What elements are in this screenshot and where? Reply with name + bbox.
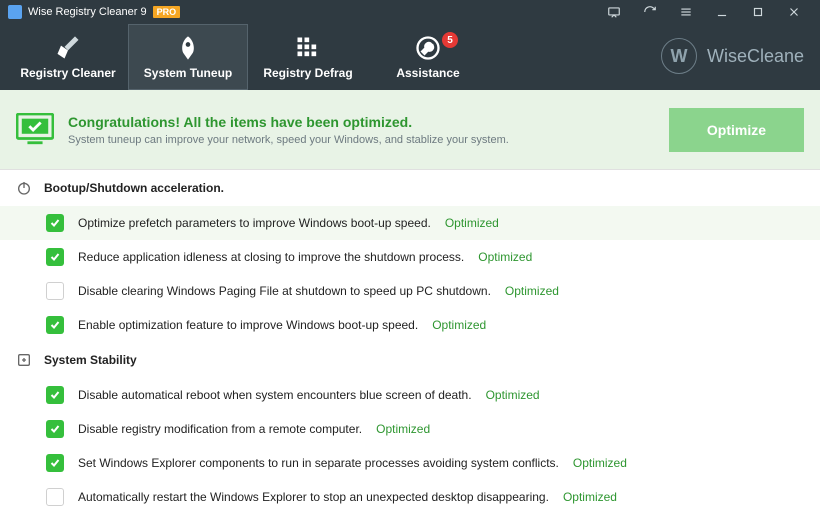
item-text: Automatically restart the Windows Explor… bbox=[78, 490, 549, 504]
checkbox-checked[interactable] bbox=[46, 248, 64, 266]
close-button[interactable] bbox=[776, 0, 812, 24]
item-status: Optimized bbox=[432, 318, 486, 332]
stability-icon bbox=[16, 352, 32, 368]
rocket-icon bbox=[174, 34, 202, 62]
list-item[interactable]: Disable automatical reboot when system e… bbox=[0, 378, 820, 412]
list-item[interactable]: Disable clearing Windows Paging File at … bbox=[0, 274, 820, 308]
checkbox-checked[interactable] bbox=[46, 454, 64, 472]
list-item[interactable]: Disable registry modification from a rem… bbox=[0, 412, 820, 446]
brush-icon bbox=[54, 34, 82, 62]
power-icon bbox=[16, 180, 32, 196]
section-title: System Stability bbox=[44, 353, 137, 367]
item-status: Optimized bbox=[486, 388, 540, 402]
tab-label: Registry Cleaner bbox=[20, 66, 115, 80]
tuneup-list[interactable]: Bootup/Shutdown acceleration. Optimize p… bbox=[0, 170, 820, 514]
notification-badge: 5 bbox=[442, 32, 458, 48]
banner-title: Congratulations! All the items have been… bbox=[68, 114, 669, 130]
tab-registry-cleaner[interactable]: Registry Cleaner bbox=[8, 24, 128, 90]
wrench-icon bbox=[414, 34, 442, 62]
item-status: Optimized bbox=[445, 216, 499, 230]
checkbox-unchecked[interactable] bbox=[46, 488, 64, 506]
tab-assistance[interactable]: 5 Assistance bbox=[368, 24, 488, 90]
checkbox-checked[interactable] bbox=[46, 214, 64, 232]
section-stability[interactable]: System Stability bbox=[0, 342, 820, 378]
optimize-button[interactable]: Optimize bbox=[669, 108, 804, 152]
checkbox-checked[interactable] bbox=[46, 386, 64, 404]
banner-subtitle: System tuneup can improve your network, … bbox=[68, 134, 669, 146]
checkbox-checked[interactable] bbox=[46, 316, 64, 334]
titlebar: Wise Registry Cleaner 9 PRO bbox=[0, 0, 820, 24]
feedback-icon[interactable] bbox=[596, 0, 632, 24]
item-text: Disable registry modification from a rem… bbox=[78, 422, 362, 436]
checkbox-unchecked[interactable] bbox=[46, 282, 64, 300]
section-title: Bootup/Shutdown acceleration. bbox=[44, 181, 224, 195]
minimize-button[interactable] bbox=[704, 0, 740, 24]
list-item[interactable]: Enable optimization feature to improve W… bbox=[0, 308, 820, 342]
section-bootup[interactable]: Bootup/Shutdown acceleration. bbox=[0, 170, 820, 206]
pro-badge: PRO bbox=[153, 6, 181, 18]
tab-label: System Tuneup bbox=[144, 66, 232, 80]
status-banner: Congratulations! All the items have been… bbox=[0, 90, 820, 170]
list-item[interactable]: Reduce application idleness at closing t… bbox=[0, 240, 820, 274]
item-status: Optimized bbox=[376, 422, 430, 436]
main-toolbar: Registry Cleaner System Tuneup Registry … bbox=[0, 24, 820, 90]
brand-w-icon: W bbox=[661, 38, 697, 74]
app-icon bbox=[8, 5, 22, 19]
item-status: Optimized bbox=[505, 284, 559, 298]
refresh-icon[interactable] bbox=[632, 0, 668, 24]
item-text: Enable optimization feature to improve W… bbox=[78, 318, 418, 332]
item-text: Disable automatical reboot when system e… bbox=[78, 388, 472, 402]
app-title: Wise Registry Cleaner 9 bbox=[28, 6, 147, 18]
tab-label: Registry Defrag bbox=[263, 66, 352, 80]
list-item[interactable]: Automatically restart the Windows Explor… bbox=[0, 480, 820, 514]
list-item[interactable]: Optimize prefetch parameters to improve … bbox=[0, 206, 820, 240]
checkbox-checked[interactable] bbox=[46, 420, 64, 438]
brand-logo: W WiseCleane bbox=[661, 38, 804, 74]
item-text: Disable clearing Windows Paging File at … bbox=[78, 284, 491, 298]
brand-text: WiseCleane bbox=[707, 46, 804, 67]
item-text: Reduce application idleness at closing t… bbox=[78, 250, 464, 264]
maximize-button[interactable] bbox=[740, 0, 776, 24]
tab-system-tuneup[interactable]: System Tuneup bbox=[128, 24, 248, 90]
tab-label: Assistance bbox=[396, 66, 459, 80]
item-text: Set Windows Explorer components to run i… bbox=[78, 456, 559, 470]
item-status: Optimized bbox=[573, 456, 627, 470]
list-item[interactable]: Set Windows Explorer components to run i… bbox=[0, 446, 820, 480]
monitor-check-icon bbox=[16, 113, 54, 147]
tab-registry-defrag[interactable]: Registry Defrag bbox=[248, 24, 368, 90]
item-text: Optimize prefetch parameters to improve … bbox=[78, 216, 431, 230]
defrag-icon bbox=[294, 34, 322, 62]
menu-icon[interactable] bbox=[668, 0, 704, 24]
item-status: Optimized bbox=[478, 250, 532, 264]
item-status: Optimized bbox=[563, 490, 617, 504]
